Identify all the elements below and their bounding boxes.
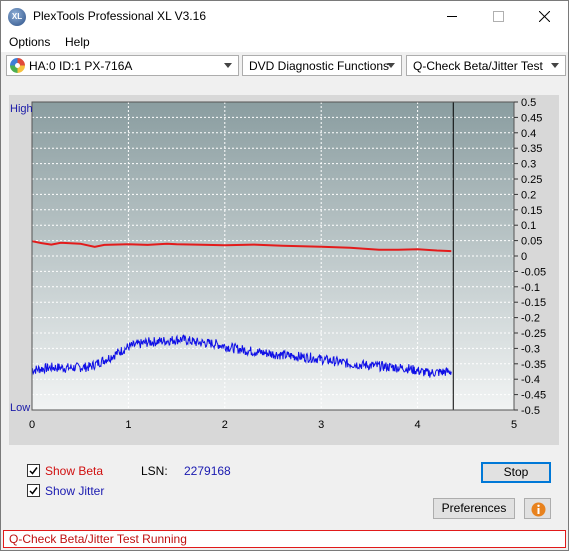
plextools-xl-icon: XL xyxy=(8,8,26,26)
window-title: PlexTools Professional XL V3.16 xyxy=(33,9,206,23)
x-tick-label: 3 xyxy=(318,419,324,431)
y-tick-label: 0.05 xyxy=(521,236,542,248)
y-tick-label: 0.1 xyxy=(521,220,536,232)
y-tick-label: 0.2 xyxy=(521,189,536,201)
test-select-value: Q-Check Beta/Jitter Test xyxy=(413,59,543,73)
drive-disc-icon xyxy=(10,58,25,73)
drive-select-value: HA:0 ID:1 PX-716A xyxy=(29,59,133,73)
test-select[interactable]: Q-Check Beta/Jitter Test xyxy=(406,55,566,76)
beta-jitter-chart: High Low 0 1 2 3 4 5 0.5 0.45 0.4 0.35 0.3 0.25 0.2… xyxy=(10,97,546,431)
lsn-label: LSN: xyxy=(141,464,168,478)
minimize-button[interactable] xyxy=(429,1,475,32)
show-jitter-label[interactable]: Show Jitter xyxy=(45,484,104,498)
info-button[interactable] xyxy=(524,498,551,519)
function-select[interactable]: DVD Diagnostic Functions xyxy=(242,55,402,76)
control-panel: Show Beta Show Jitter LSN: 2279168 Stop … xyxy=(9,454,559,524)
x-tick-label: 0 xyxy=(29,419,35,431)
y-tick-label: 0.25 xyxy=(521,174,542,186)
app-window: XL PlexTools Professional XL V3.16 Optio… xyxy=(0,0,569,551)
function-select-value: DVD Diagnostic Functions xyxy=(249,59,390,73)
high-label: High xyxy=(10,103,33,115)
menu-bar: Options Help xyxy=(1,32,568,52)
y-tick-label: 0.4 xyxy=(521,128,536,140)
close-button[interactable] xyxy=(521,1,567,32)
drive-select[interactable]: HA:0 ID:1 PX-716A xyxy=(6,55,239,76)
y-tick-label: -0.45 xyxy=(521,390,546,402)
y-tick-label: -0.25 xyxy=(521,328,546,340)
y-tick-label: 0.15 xyxy=(521,205,542,217)
y-tick-label: 0 xyxy=(521,251,527,263)
y-tick-label: 0.45 xyxy=(521,112,542,124)
chevron-down-icon xyxy=(551,63,559,68)
show-jitter-checkbox[interactable] xyxy=(27,484,40,497)
status-bar: Q-Check Beta/Jitter Test Running xyxy=(3,530,566,548)
lsn-value: 2279168 xyxy=(184,464,231,478)
status-text: Q-Check Beta/Jitter Test Running xyxy=(9,532,187,546)
x-tick-label: 4 xyxy=(415,419,421,431)
stop-button[interactable]: Stop xyxy=(481,462,551,483)
chevron-down-icon xyxy=(224,63,232,68)
close-icon xyxy=(539,11,550,22)
y-tick-label: -0.35 xyxy=(521,359,546,371)
low-label: Low xyxy=(10,402,30,414)
chart-panel: High Low 0 1 2 3 4 5 0.5 0.45 0.4 0.35 0.3 0.25 0.2… xyxy=(9,95,559,445)
show-beta-checkbox[interactable] xyxy=(27,464,40,477)
y-tick-label: 0.3 xyxy=(521,159,536,171)
preferences-button[interactable]: Preferences xyxy=(433,498,515,519)
menu-help[interactable]: Help xyxy=(65,35,90,49)
checkmark-icon xyxy=(29,487,38,495)
menu-options[interactable]: Options xyxy=(9,35,50,49)
info-icon xyxy=(531,502,546,517)
y-tick-label: -0.3 xyxy=(521,343,540,355)
maximize-button[interactable] xyxy=(475,1,521,32)
y-tick-label: -0.4 xyxy=(521,374,540,386)
checkmark-icon xyxy=(29,467,38,475)
y-tick-label: -0.1 xyxy=(521,282,540,294)
title-bar: XL PlexTools Professional XL V3.16 xyxy=(1,1,568,32)
y-tick-label: -0.2 xyxy=(521,313,540,325)
chevron-down-icon xyxy=(387,63,395,68)
show-beta-label[interactable]: Show Beta xyxy=(45,464,103,478)
y-tick-label: -0.5 xyxy=(521,405,540,417)
y-tick-label: -0.05 xyxy=(521,266,546,278)
x-tick-label: 2 xyxy=(222,419,228,431)
x-tick-label: 5 xyxy=(511,419,517,431)
x-tick-label: 1 xyxy=(125,419,131,431)
y-tick-label: 0.35 xyxy=(521,143,542,155)
y-tick-label: -0.15 xyxy=(521,297,546,309)
y-tick-label: 0.5 xyxy=(521,97,536,109)
